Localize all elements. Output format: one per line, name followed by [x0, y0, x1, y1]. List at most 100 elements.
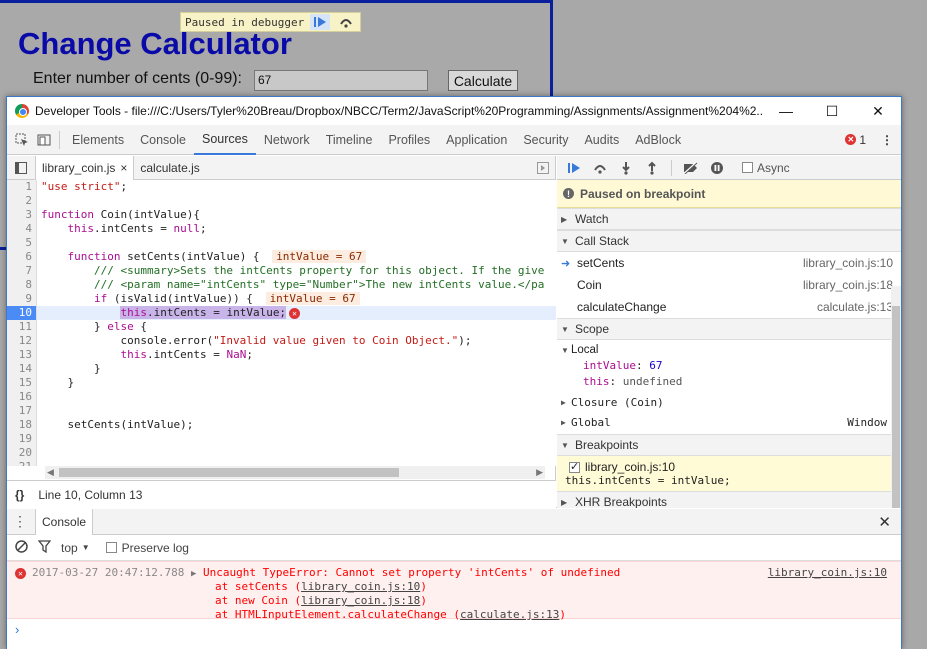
- pretty-print-button[interactable]: {}: [15, 488, 24, 502]
- clear-console-icon[interactable]: [15, 539, 28, 556]
- toolbar-divider: [671, 159, 672, 176]
- watch-section-header[interactable]: ▶ Watch: [557, 208, 901, 230]
- scope-closure[interactable]: ▶ Closure (Coin): [557, 394, 901, 410]
- close-tab-icon[interactable]: ×: [120, 161, 127, 175]
- frame-location[interactable]: library_coin.js:18: [803, 278, 893, 292]
- code-line[interactable]: 12 console.error("Invalid value given to…: [7, 334, 556, 348]
- error-counter[interactable]: ✕ 1 ⋮: [845, 133, 901, 147]
- call-frame[interactable]: Coin library_coin.js:18: [557, 274, 901, 296]
- more-options-icon[interactable]: ⋮: [881, 133, 893, 147]
- code-line[interactable]: 19: [7, 432, 556, 446]
- code-line[interactable]: 9 if (isValid(intValue)) { intValue = 67: [7, 292, 556, 306]
- resume-icon[interactable]: [310, 14, 331, 30]
- preserve-log-checkbox[interactable]: Preserve log: [105, 541, 189, 555]
- inspect-element-icon[interactable]: [11, 129, 33, 151]
- tab-sources[interactable]: Sources: [193, 125, 256, 155]
- file-tab-library-coin[interactable]: library_coin.js ×: [35, 155, 135, 180]
- console-prompt[interactable]: ›: [7, 619, 901, 639]
- code-editor[interactable]: 1 "use strict"; 2 3 function Coin(intValue…: [7, 180, 556, 466]
- code-line[interactable]: 6 function setCents(intValue) { intValue…: [7, 250, 556, 264]
- scope-variable[interactable]: intValue: 67: [557, 358, 901, 374]
- tab-console[interactable]: Console: [132, 125, 194, 155]
- breakpoint-row[interactable]: library_coin.js:10: [565, 460, 897, 474]
- frame-location[interactable]: library_coin.js:10: [803, 256, 893, 270]
- scrollbar-thumb[interactable]: [59, 468, 399, 477]
- code-line[interactable]: 13 this.intCents = NaN;: [7, 348, 556, 362]
- tab-audits[interactable]: Audits: [576, 125, 627, 155]
- checkbox[interactable]: [742, 162, 753, 173]
- maximize-button[interactable]: ☐: [809, 103, 855, 120]
- code-line[interactable]: 4 this.intCents = null;: [7, 222, 556, 236]
- breakpoint-checkbox[interactable]: [569, 460, 580, 473]
- code-line[interactable]: 1 "use strict";: [7, 180, 556, 194]
- frame-location[interactable]: calculate.js:13: [817, 300, 893, 314]
- code-line[interactable]: 7 /// <summary>Sets the intCents propert…: [7, 264, 556, 278]
- scope-variable[interactable]: this: undefined: [557, 374, 901, 390]
- stack-link[interactable]: library_coin.js:10: [301, 580, 420, 593]
- checkbox[interactable]: [105, 542, 117, 553]
- tab-profiles[interactable]: Profiles: [380, 125, 438, 155]
- pause-on-exceptions-icon[interactable]: [706, 158, 728, 178]
- cents-input[interactable]: 67: [254, 70, 428, 91]
- debugger-sidebar-toggle-icon[interactable]: [531, 156, 555, 180]
- scrollbar-thumb[interactable]: [892, 306, 900, 508]
- stack-link[interactable]: calculate.js:13: [460, 608, 559, 621]
- tab-timeline[interactable]: Timeline: [318, 125, 381, 155]
- step-over-icon[interactable]: [589, 158, 611, 178]
- code-line[interactable]: 17: [7, 404, 556, 418]
- xhr-breakpoints-section-header[interactable]: ▶ XHR Breakpoints: [557, 491, 901, 508]
- calculate-button[interactable]: Calculate: [448, 70, 518, 91]
- tab-adblock[interactable]: AdBlock: [627, 125, 689, 155]
- horizontal-scrollbar[interactable]: ◀ ▶: [45, 466, 545, 479]
- console-error-message[interactable]: ✕ 2017-03-27 20:47:12.788 ▶ Uncaught Type…: [7, 561, 901, 621]
- expand-arrow-icon[interactable]: ▶: [191, 569, 196, 579]
- tab-application[interactable]: Application: [438, 125, 515, 155]
- xhr-breakpoints-label: XHR Breakpoints: [575, 495, 668, 508]
- code-line[interactable]: 16: [7, 390, 556, 404]
- scroll-right-icon[interactable]: ▶: [536, 467, 543, 478]
- call-frame[interactable]: setCents library_coin.js:10: [557, 252, 901, 274]
- scope-local[interactable]: ▼ Local: [557, 342, 901, 358]
- tab-elements[interactable]: Elements: [64, 125, 132, 155]
- step-into-icon[interactable]: [615, 158, 637, 178]
- step-out-icon[interactable]: [641, 158, 663, 178]
- context-selector[interactable]: top ▼: [61, 541, 90, 555]
- filter-icon[interactable]: [37, 539, 52, 556]
- code-line[interactable]: 2: [7, 194, 556, 208]
- drawer-menu-icon[interactable]: ⋮: [13, 513, 27, 530]
- code-line[interactable]: 20: [7, 446, 556, 460]
- collapse-arrow-icon: ▼: [561, 345, 569, 355]
- sidebar-scrollbar[interactable]: [891, 286, 901, 508]
- tab-network[interactable]: Network: [256, 125, 318, 155]
- code-line[interactable]: 8 /// <param name="intCents" type="Numbe…: [7, 278, 556, 292]
- call-frame[interactable]: calculateChange calculate.js:13: [557, 296, 901, 318]
- call-stack-section-header[interactable]: ▼ Call Stack: [557, 230, 901, 252]
- device-mode-icon[interactable]: [33, 129, 55, 151]
- file-tab-calculate[interactable]: calculate.js: [134, 156, 205, 180]
- code-line[interactable]: 3 function Coin(intValue){: [7, 208, 556, 222]
- stack-link[interactable]: library_coin.js:18: [301, 594, 420, 607]
- step-over-icon[interactable]: [336, 14, 356, 30]
- navigator-toggle-icon[interactable]: [7, 156, 35, 180]
- code-line[interactable]: 5: [7, 236, 556, 250]
- code-line[interactable]: 15 }: [7, 376, 556, 390]
- close-window-button[interactable]: ✕: [855, 103, 901, 120]
- error-source-link[interactable]: library_coin.js:10: [768, 566, 887, 579]
- async-checkbox[interactable]: Async: [742, 161, 790, 175]
- tab-security[interactable]: Security: [515, 125, 576, 155]
- drawer-tab-console[interactable]: Console: [35, 508, 94, 535]
- breakpoint-item[interactable]: library_coin.js:10 this.intCents = intVa…: [557, 456, 901, 491]
- code-line[interactable]: 18 setCents(intValue);: [7, 418, 556, 432]
- scope-section-header[interactable]: ▼ Scope: [557, 318, 901, 340]
- breakpoint-marker[interactable]: 10: [7, 306, 37, 320]
- breakpoints-section-header[interactable]: ▼ Breakpoints: [557, 434, 901, 456]
- code-line[interactable]: 14 }: [7, 362, 556, 376]
- scroll-left-icon[interactable]: ◀: [47, 467, 54, 478]
- code-line[interactable]: 11 } else {: [7, 320, 556, 334]
- scope-global[interactable]: ▶ Global Window: [557, 414, 901, 430]
- close-drawer-icon[interactable]: ✕: [878, 513, 901, 531]
- code-line-breakpoint[interactable]: 10 this.intCents = intValue; ✕: [7, 306, 556, 320]
- resume-icon[interactable]: [563, 158, 585, 178]
- deactivate-breakpoints-icon[interactable]: [680, 158, 702, 178]
- minimize-button[interactable]: —: [763, 103, 809, 119]
